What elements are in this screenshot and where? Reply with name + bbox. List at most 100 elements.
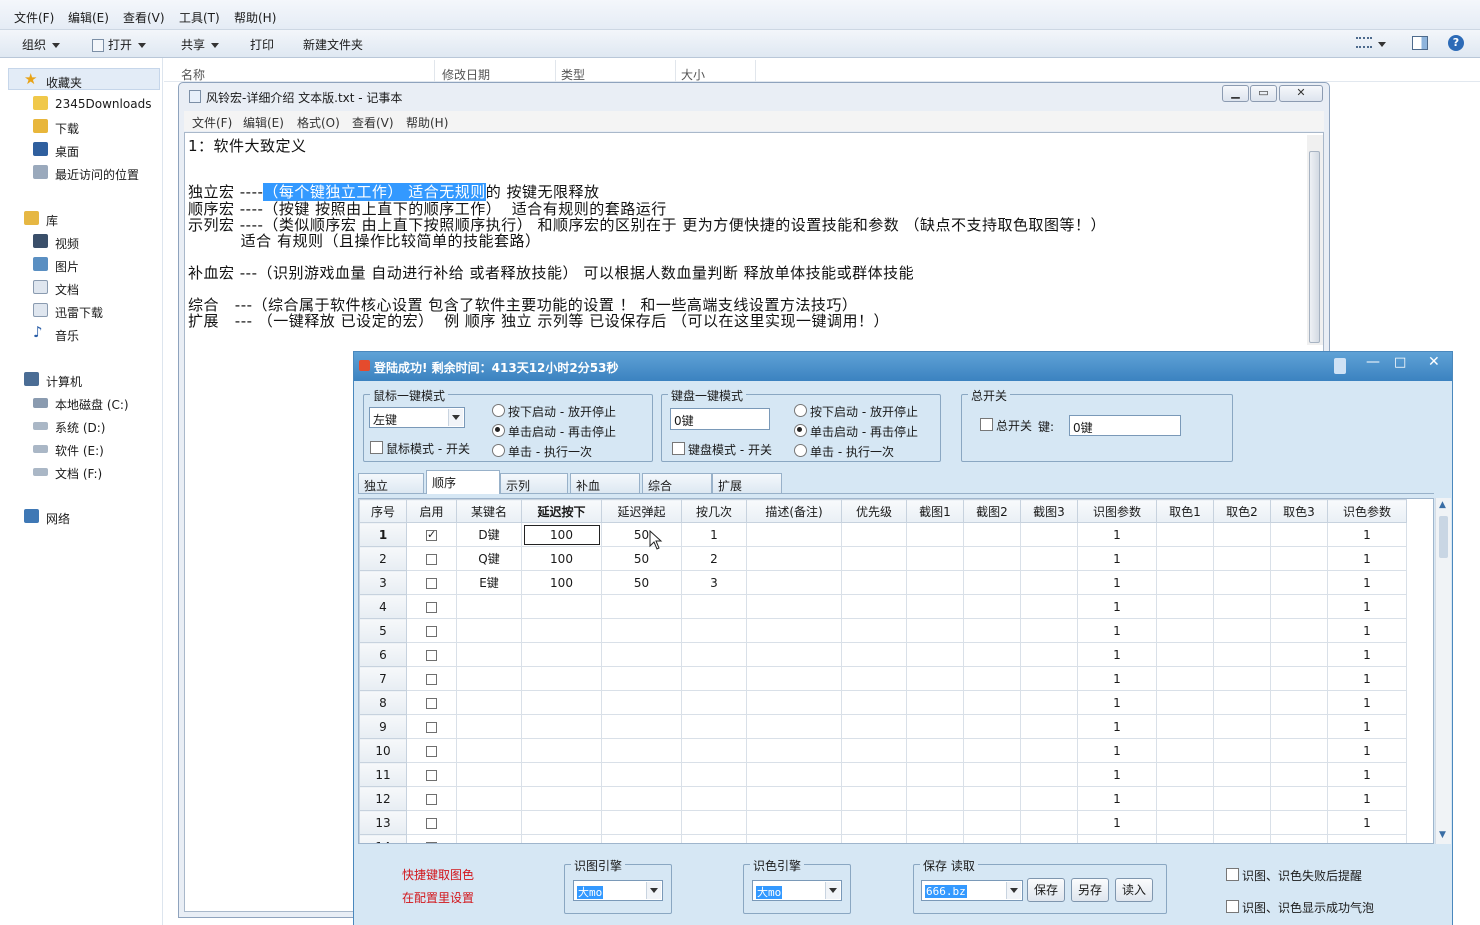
- table-cell[interactable]: 100: [521, 570, 602, 595]
- table-cell[interactable]: [746, 762, 842, 787]
- table-cell[interactable]: 1: [1077, 762, 1157, 787]
- table-cell[interactable]: 1: [1327, 714, 1407, 739]
- enable-checkbox[interactable]: [426, 745, 437, 757]
- table-cell[interactable]: [1270, 666, 1328, 691]
- table-cell[interactable]: [906, 690, 964, 715]
- table-cell[interactable]: [456, 666, 522, 691]
- table-cell[interactable]: [601, 762, 682, 787]
- scroll-down-icon[interactable]: ▼: [1439, 830, 1446, 840]
- enable-checkbox[interactable]: [426, 649, 437, 661]
- table-cell[interactable]: [906, 522, 964, 547]
- table-cell[interactable]: 50: [601, 570, 682, 595]
- table-cell[interactable]: [521, 738, 602, 763]
- tab-example[interactable]: 示列: [500, 473, 568, 493]
- nav-desktop[interactable]: 桌面: [33, 142, 79, 160]
- table-cell[interactable]: [1327, 834, 1407, 843]
- tab-heal[interactable]: 补血: [570, 473, 640, 493]
- column-header[interactable]: 启用: [406, 499, 457, 523]
- table-cell[interactable]: [1156, 834, 1214, 843]
- preview-pane-icon[interactable]: [1412, 36, 1428, 50]
- table-cell[interactable]: [1020, 546, 1078, 571]
- table-cell[interactable]: [1270, 546, 1328, 571]
- table-cell[interactable]: [963, 618, 1021, 643]
- column-header[interactable]: 截图3: [1020, 499, 1078, 523]
- table-cell[interactable]: [746, 666, 842, 691]
- table-cell[interactable]: [906, 834, 964, 843]
- nav-downloads[interactable]: 下载: [33, 119, 79, 137]
- table-cell[interactable]: [601, 594, 682, 619]
- table-cell[interactable]: [906, 594, 964, 619]
- np-menu-format[interactable]: 格式(O): [297, 114, 340, 131]
- enable-cell[interactable]: [406, 642, 457, 667]
- table-cell[interactable]: [963, 738, 1021, 763]
- table-cell[interactable]: [963, 762, 1021, 787]
- table-cell[interactable]: [1213, 690, 1271, 715]
- table-cell[interactable]: [906, 762, 964, 787]
- open-button[interactable]: 打开: [92, 36, 147, 53]
- table-cell[interactable]: [1270, 690, 1328, 715]
- table-cell[interactable]: [1213, 522, 1271, 547]
- table-cell[interactable]: 50: [601, 546, 682, 571]
- keyboard-radio-toggle[interactable]: 单击启动 - 再击停止: [794, 423, 918, 440]
- tab-extend[interactable]: 扩展: [712, 473, 782, 493]
- table-cell[interactable]: [1020, 594, 1078, 619]
- enable-checkbox[interactable]: [426, 528, 437, 541]
- table-cell[interactable]: [841, 834, 907, 843]
- table-cell[interactable]: 1: [1077, 786, 1157, 811]
- table-cell[interactable]: [456, 810, 522, 835]
- enable-checkbox[interactable]: [426, 697, 437, 709]
- table-cell[interactable]: [1213, 762, 1271, 787]
- table-cell[interactable]: [681, 618, 747, 643]
- table-cell[interactable]: [841, 522, 907, 547]
- column-header[interactable]: 优先级: [841, 499, 907, 523]
- table-cell[interactable]: 1: [1327, 762, 1407, 787]
- nav-2345downloads[interactable]: 2345Downloads: [33, 96, 151, 111]
- table-cell[interactable]: [841, 546, 907, 571]
- table-cell[interactable]: [1156, 594, 1214, 619]
- nav-computer[interactable]: 计算机: [24, 372, 82, 390]
- maximize-button[interactable]: ▭: [1250, 85, 1277, 102]
- table-cell[interactable]: 1: [1077, 618, 1157, 643]
- table-cell[interactable]: [521, 618, 602, 643]
- maximize-button[interactable]: □: [1394, 355, 1406, 370]
- table-cell[interactable]: 100: [521, 546, 602, 571]
- table-cell[interactable]: [1020, 666, 1078, 691]
- table-cell[interactable]: [1213, 594, 1271, 619]
- table-cell[interactable]: [601, 834, 682, 843]
- table-cell[interactable]: [1213, 570, 1271, 595]
- master-key-input[interactable]: 0键: [1069, 415, 1181, 436]
- notepad-scrollbar[interactable]: [1307, 135, 1323, 345]
- nav-drive-c[interactable]: 本地磁盘 (C:): [33, 396, 129, 413]
- tab-general[interactable]: 综合: [642, 473, 712, 493]
- table-cell[interactable]: [681, 642, 747, 667]
- config-file-select[interactable]: 666.bz: [921, 880, 1023, 901]
- table-cell[interactable]: [681, 594, 747, 619]
- enable-checkbox[interactable]: [426, 721, 437, 733]
- table-cell[interactable]: 1: [1077, 810, 1157, 835]
- table-cell[interactable]: [1156, 762, 1214, 787]
- table-cell[interactable]: [1270, 594, 1328, 619]
- column-header[interactable]: 描述(备注): [746, 499, 842, 523]
- menu-file[interactable]: 文件(F): [14, 9, 54, 26]
- table-cell[interactable]: [841, 594, 907, 619]
- enable-cell[interactable]: [406, 762, 457, 787]
- table-cell[interactable]: [1270, 738, 1328, 763]
- table-cell[interactable]: [1213, 834, 1271, 843]
- table-cell[interactable]: 50: [601, 522, 682, 547]
- table-cell[interactable]: [521, 666, 602, 691]
- table-cell[interactable]: [746, 522, 842, 547]
- table-cell[interactable]: [1156, 714, 1214, 739]
- table-cell[interactable]: 1: [1327, 618, 1407, 643]
- fail-alert-checkbox[interactable]: 识图、识色失败后提醒: [1226, 867, 1362, 884]
- enable-cell[interactable]: [406, 834, 457, 843]
- table-cell[interactable]: [601, 666, 682, 691]
- nav-documents[interactable]: 文档: [33, 280, 79, 298]
- nav-thunder-downloads[interactable]: 迅雷下载: [33, 303, 103, 321]
- table-cell[interactable]: [681, 666, 747, 691]
- table-cell[interactable]: [1020, 738, 1078, 763]
- table-cell[interactable]: [963, 786, 1021, 811]
- table-cell[interactable]: 1: [1077, 738, 1157, 763]
- table-cell[interactable]: [1213, 642, 1271, 667]
- skin-icon[interactable]: [1334, 358, 1346, 374]
- table-cell[interactable]: [746, 810, 842, 835]
